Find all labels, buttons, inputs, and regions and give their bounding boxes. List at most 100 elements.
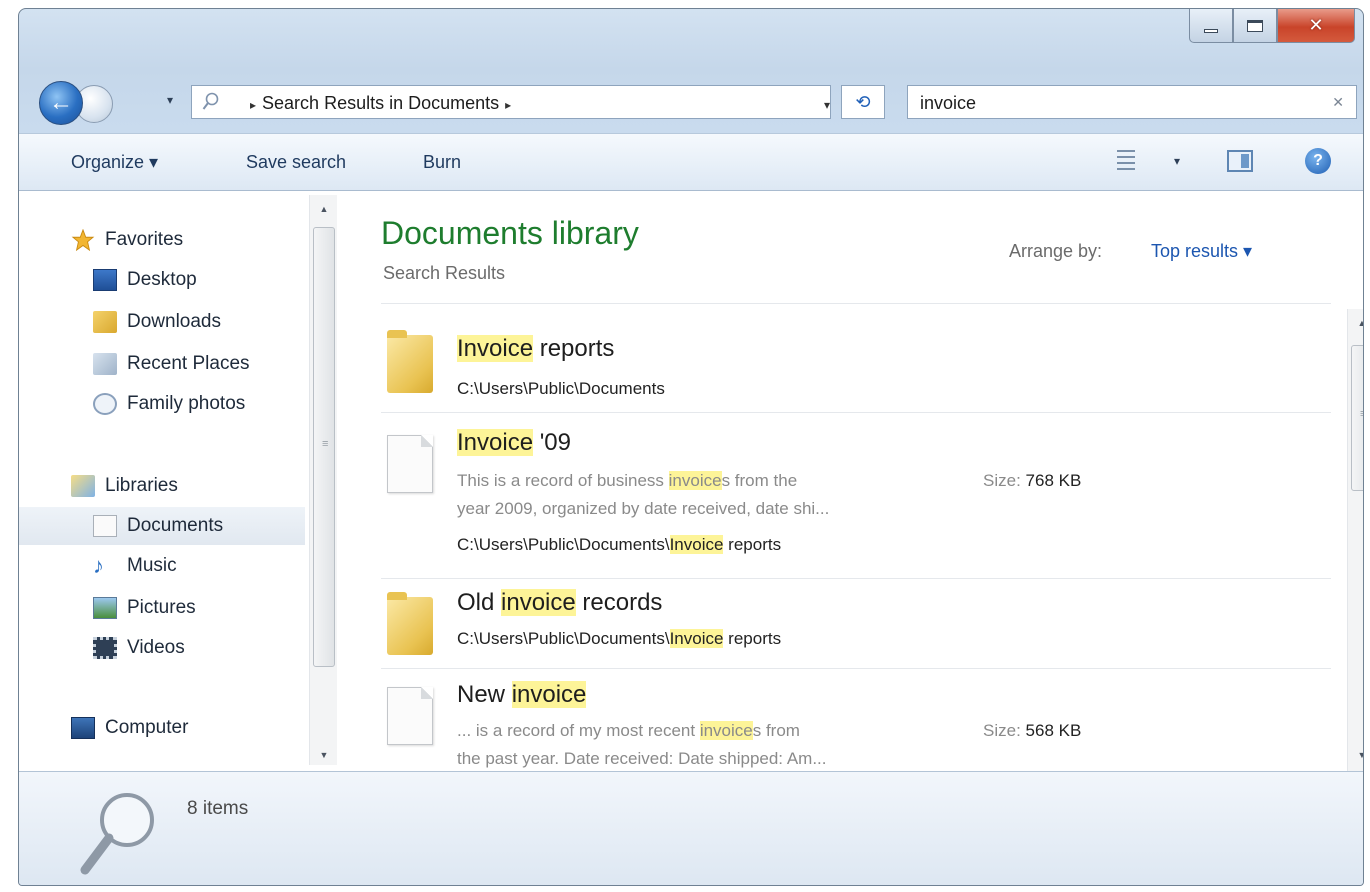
library-subtitle: Search Results [383,263,506,283]
grip-icon: ≡ [322,438,329,450]
command-bar: Organize ▾ Save search Burn ▾ ? [19,133,1363,191]
scroll-down-icon[interactable]: ▼ [310,745,338,765]
nav-pictures-label: Pictures [127,597,196,618]
nav-family-photos[interactable]: Family photos [93,385,383,423]
nav-videos[interactable]: Videos [93,629,383,667]
document-icon [387,435,433,493]
result-size: Size: 768 KB [983,471,1082,490]
result-title: Invoice reports [457,335,615,362]
results-scroll-thumb[interactable]: ≡ [1351,345,1363,491]
burn-button[interactable]: Burn [423,152,461,173]
help-icon[interactable]: ? [1305,148,1331,174]
nav-computer-label: Computer [105,717,189,738]
address-history-dropdown[interactable]: ▾ [824,98,830,112]
recent-places-icon [93,353,117,375]
result-item[interactable]: Invoice reports C:\Users\Public\Document… [381,309,1331,413]
preview-pane-icon[interactable] [1227,150,1253,172]
back-arrow-icon: ← [49,89,73,116]
nav-music-label: Music [127,555,177,576]
result-snippet: This is a record of business invoices fr… [457,471,830,518]
divider [381,303,1331,304]
item-count: 8 items [187,798,249,819]
folder-icon [387,592,433,655]
nav-documents-label: Documents [127,515,224,536]
nav-desktop-label: Desktop [127,269,197,290]
minimize-icon [1204,28,1218,33]
recent-pages-dropdown[interactable]: ▾ [167,93,173,107]
nav-downloads-label: Downloads [127,311,221,332]
folder-icon [387,330,433,393]
result-path: C:\Users\Public\Documents\Invoice report… [457,535,782,554]
caption-buttons: ✕ [1189,9,1355,45]
documents-icon [93,515,117,537]
nav-scroll-thumb[interactable]: ≡ [313,227,335,667]
close-icon: ✕ [1308,15,1324,36]
change-view-icon[interactable] [1117,150,1135,174]
organize-button[interactable]: Organize ▾ [71,152,158,173]
star-icon [71,229,95,251]
grip-icon: ≡ [1360,408,1363,420]
result-path: C:\Users\Public\Documents [457,379,665,398]
nav-family-photos-label: Family photos [127,393,246,414]
save-search-button[interactable]: Save search [246,152,346,173]
maximize-button[interactable] [1233,9,1277,43]
nav-music[interactable]: ♪ Music [93,547,383,585]
downloads-icon [93,311,117,333]
saved-search-icon [93,393,117,415]
content-pane: Documents library Search Results Arrange… [341,191,1363,771]
result-path: C:\Users\Public\Documents\Invoice report… [457,629,782,648]
desktop-icon [93,269,117,291]
result-title: Invoice '09 [457,429,571,456]
breadcrumb-separator[interactable]: ▸ [250,98,256,112]
nav-recent-places-label: Recent Places [127,353,250,374]
videos-icon [93,637,117,659]
nav-documents[interactable]: Documents [19,507,305,545]
breadcrumb-separator[interactable]: ▸ [505,98,511,112]
scroll-up-icon[interactable]: ▲ [310,199,338,219]
search-folder-icon [202,92,219,110]
document-icon [387,687,433,745]
magnifier-icon [80,793,154,875]
libraries-icon [71,475,95,497]
library-title: Documents library [381,215,639,251]
details-pane: 8 items [19,771,1363,885]
search-query: invoice [920,93,977,113]
arrange-by-label: Arrange by: [1009,241,1103,261]
scroll-up-icon[interactable]: ▲ [1348,313,1363,333]
result-title: New invoice [457,681,587,708]
arrange-by-dropdown[interactable]: Top results ▾ [1151,241,1252,262]
pictures-icon [93,597,117,619]
result-item[interactable]: Old invoice records C:\Users\Public\Docu… [381,579,1331,669]
nav-favorites-label: Favorites [105,229,184,250]
close-button[interactable]: ✕ [1277,9,1355,43]
nav-pictures[interactable]: Pictures [93,589,383,627]
address-bar[interactable]: ▸ Search Results in Documents ▸ ▾ [191,85,831,119]
back-button[interactable]: ← [39,81,83,125]
maximize-icon [1247,19,1263,32]
breadcrumb: ▸ Search Results in Documents ▸ [244,93,517,114]
nav-scrollbar[interactable]: ▲ ≡ ▼ [309,195,337,765]
view-options-dropdown[interactable]: ▾ [1174,154,1180,168]
result-snippet: ... is a record of my most recent invoic… [457,721,827,768]
results-scrollbar[interactable]: ▲ ≡ ▼ [1347,309,1363,771]
nav-desktop[interactable]: Desktop [93,261,383,299]
computer-icon [71,717,95,739]
navigation-pane: Favorites Desktop Downloads Recent Place… [19,191,341,771]
result-title: Old invoice records [457,589,663,616]
music-icon: ♪ [93,553,104,578]
nav-libraries-label: Libraries [105,475,178,496]
search-input[interactable]: invoice ✕ [907,85,1357,119]
minimize-button[interactable] [1189,9,1233,43]
nav-downloads[interactable]: Downloads [93,303,383,341]
result-item[interactable]: Invoice '09 This is a record of business… [381,413,1331,579]
refresh-button[interactable]: ⟲ [841,85,885,119]
result-size: Size: 568 KB [983,721,1082,740]
breadcrumb-item-search-results[interactable]: Search Results in Documents [262,93,499,113]
refresh-icon: ⟲ [855,91,871,112]
result-item[interactable]: New invoice ... is a record of my most r… [381,669,1331,771]
address-row: ← ▾ ▸ Search Results in Documents ▸ ▾ ⟲ in… [37,79,1357,125]
explorer-window: ✕ ← ▾ ▸ Search Results in Documents ▸ ▾ ⟲ … [18,8,1364,886]
nav-recent-places[interactable]: Recent Places [93,345,383,383]
scroll-down-icon[interactable]: ▼ [1348,745,1363,765]
clear-search-icon[interactable]: ✕ [1332,94,1344,111]
